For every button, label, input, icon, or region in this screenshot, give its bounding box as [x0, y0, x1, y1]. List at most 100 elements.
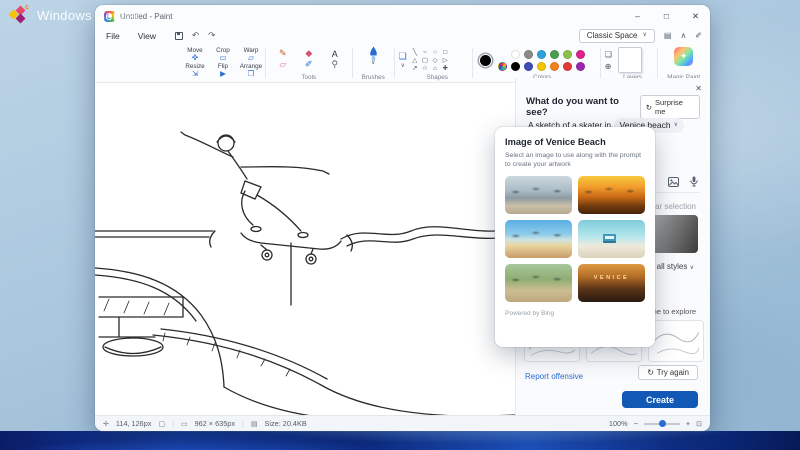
- create-button[interactable]: Create: [622, 391, 698, 408]
- venice-beachfront-day-image[interactable]: [505, 220, 572, 258]
- file-size-value: Size: 20.4KB: [264, 419, 307, 428]
- brushes-group[interactable]: ∨ Brushes: [353, 44, 394, 82]
- result-thumbnail[interactable]: [648, 320, 704, 362]
- maximize-button[interactable]: □: [652, 5, 681, 27]
- watermark: c Windows Central: [8, 4, 140, 24]
- shape-pentagon[interactable]: ⌂: [432, 65, 438, 72]
- venice-sign-text: VENICE: [593, 274, 630, 281]
- paint-window: Untitled - Paint – □ ✕ File View ↶ ↷ Cla…: [95, 5, 710, 431]
- move-button[interactable]: Move ✜: [181, 46, 209, 63]
- shape-rectangle[interactable]: □: [442, 49, 448, 56]
- eraser-tool-icon[interactable]: ▱: [270, 59, 296, 70]
- windows-central-logo-icon: c: [8, 4, 30, 24]
- venice-beach-popup: Image of Venice Beach Select an image to…: [495, 127, 655, 347]
- microphone-icon[interactable]: [690, 176, 698, 187]
- refresh-icon: ↻: [647, 368, 654, 377]
- menu-file[interactable]: File: [103, 30, 123, 42]
- color-purple[interactable]: [575, 62, 585, 71]
- selected-color-swatch[interactable]: [478, 54, 492, 67]
- color-green[interactable]: [549, 50, 559, 59]
- color-yellow[interactable]: [536, 62, 546, 71]
- panel-toggle-icon[interactable]: ▤: [664, 31, 672, 40]
- shape-picker[interactable]: ❏ ∨: [399, 51, 407, 69]
- color-gray[interactable]: [523, 50, 533, 59]
- magnifier-tool-icon[interactable]: ⚲: [322, 59, 348, 70]
- color-red[interactable]: [562, 62, 572, 71]
- shape-line[interactable]: ╲: [412, 49, 418, 56]
- shape-star[interactable]: ☆: [422, 65, 428, 72]
- menu-view[interactable]: View: [135, 30, 159, 42]
- color-blue[interactable]: [536, 50, 546, 59]
- arrange-button[interactable]: Arrange ❐: [237, 63, 265, 80]
- magic-paint-button[interactable]: Magic Paint: [657, 44, 710, 82]
- color-pink[interactable]: [575, 50, 585, 59]
- magic-paint-icon: [674, 47, 694, 66]
- shape-curve[interactable]: ~: [422, 49, 428, 56]
- tools-group: ✎ ◆ A ▱ ✐ ⚲ Tools: [266, 44, 352, 82]
- shape-triangle[interactable]: △: [412, 57, 418, 64]
- add-layer-icon[interactable]: ⊕: [605, 62, 612, 71]
- lifeguard-hut-shape: [603, 234, 617, 244]
- color-indigo[interactable]: [523, 62, 533, 71]
- canvas-size-icon: ▭: [180, 420, 188, 428]
- venice-skatepark-sunset-image[interactable]: [578, 176, 645, 214]
- venice-palm-trees-image[interactable]: [505, 264, 572, 302]
- shape-arrow[interactable]: ↗: [412, 65, 418, 72]
- text-tool-icon[interactable]: A: [322, 48, 348, 59]
- color-orange[interactable]: [549, 62, 559, 71]
- arrange-group: Move ✜ Crop ▭ Warp ▱ Resize ⇲ Flip ▶ Arr…: [181, 44, 265, 82]
- close-button[interactable]: ✕: [681, 5, 710, 27]
- zoom-slider-thumb[interactable]: [658, 420, 666, 427]
- zoom-level-value: 100%: [608, 419, 628, 428]
- style-selector-dropdown[interactable]: Classic Space ∨: [578, 28, 655, 43]
- chevron-down-icon: ∨: [673, 122, 678, 128]
- shapes-icon: ❏: [398, 51, 407, 61]
- layer-thumbnail[interactable]: [617, 47, 642, 73]
- eyedropper-tool-icon[interactable]: ✐: [296, 59, 322, 70]
- report-offensive-link[interactable]: Report offensive: [525, 372, 583, 381]
- cursor-position-value: 114, 126px: [115, 419, 152, 428]
- canvas-size-value: 962 × 635px: [194, 419, 235, 428]
- color-wheel-icon[interactable]: [497, 62, 507, 71]
- fit-to-screen-icon[interactable]: ⊡: [696, 420, 702, 428]
- statusbar: ✛ 114, 126px ▢ | ▭ 962 × 635px | ▤ Size:…: [95, 415, 710, 431]
- minimize-button[interactable]: –: [623, 5, 652, 27]
- shape-oval[interactable]: ○: [432, 49, 438, 56]
- cursor-position-icon: ✛: [103, 420, 109, 428]
- zoom-in-button[interactable]: +: [686, 419, 690, 428]
- add-image-icon[interactable]: [668, 176, 679, 187]
- color-black[interactable]: [510, 62, 520, 71]
- chevron-up-icon[interactable]: ∧: [680, 31, 686, 40]
- popup-subtitle: Select an image to use along with the pr…: [505, 152, 642, 168]
- zoom-out-button[interactable]: −: [634, 419, 638, 428]
- undo-icon[interactable]: ↶: [192, 30, 199, 41]
- crop-icon: ▭: [219, 52, 227, 62]
- pen-icon[interactable]: ✐: [695, 31, 702, 40]
- chevron-down-icon: ∨: [642, 32, 647, 38]
- layers-stack-icon[interactable]: ❏: [605, 50, 612, 59]
- shape-diamond[interactable]: ◇: [432, 57, 438, 64]
- fill-tool-icon[interactable]: ◆: [296, 48, 322, 59]
- crop-button[interactable]: Crop ▭: [209, 46, 237, 63]
- venice-sign-dusk-image[interactable]: VENICE: [578, 264, 645, 302]
- resize-button[interactable]: Resize ⇲: [181, 63, 209, 80]
- zoom-slider[interactable]: [643, 420, 680, 427]
- refresh-icon: ↻: [645, 102, 653, 112]
- color-white[interactable]: [510, 50, 520, 59]
- color-light-green[interactable]: [562, 50, 572, 59]
- redo-icon[interactable]: ↷: [208, 30, 215, 41]
- shape-right-triangle[interactable]: ▷: [442, 57, 448, 64]
- warp-button[interactable]: Warp ▱: [237, 46, 265, 63]
- shape-rounded-rect[interactable]: ▢: [422, 57, 428, 64]
- flip-button[interactable]: Flip ▶: [209, 63, 237, 80]
- shape-cross[interactable]: ✚: [442, 65, 448, 72]
- warp-icon: ▱: [248, 52, 254, 62]
- surprise-me-button[interactable]: ↻ Surprise me: [639, 95, 700, 119]
- pencil-tool-icon[interactable]: ✎: [270, 48, 296, 59]
- watermark-brand: Windows Central: [37, 7, 140, 23]
- venice-lifeguard-tower-image[interactable]: [578, 220, 645, 258]
- try-again-button[interactable]: ↻ Try again: [638, 365, 698, 380]
- close-panel-icon[interactable]: ✕: [695, 84, 702, 93]
- save-icon[interactable]: [174, 31, 183, 40]
- venice-boardwalk-overcast-image[interactable]: [505, 176, 572, 214]
